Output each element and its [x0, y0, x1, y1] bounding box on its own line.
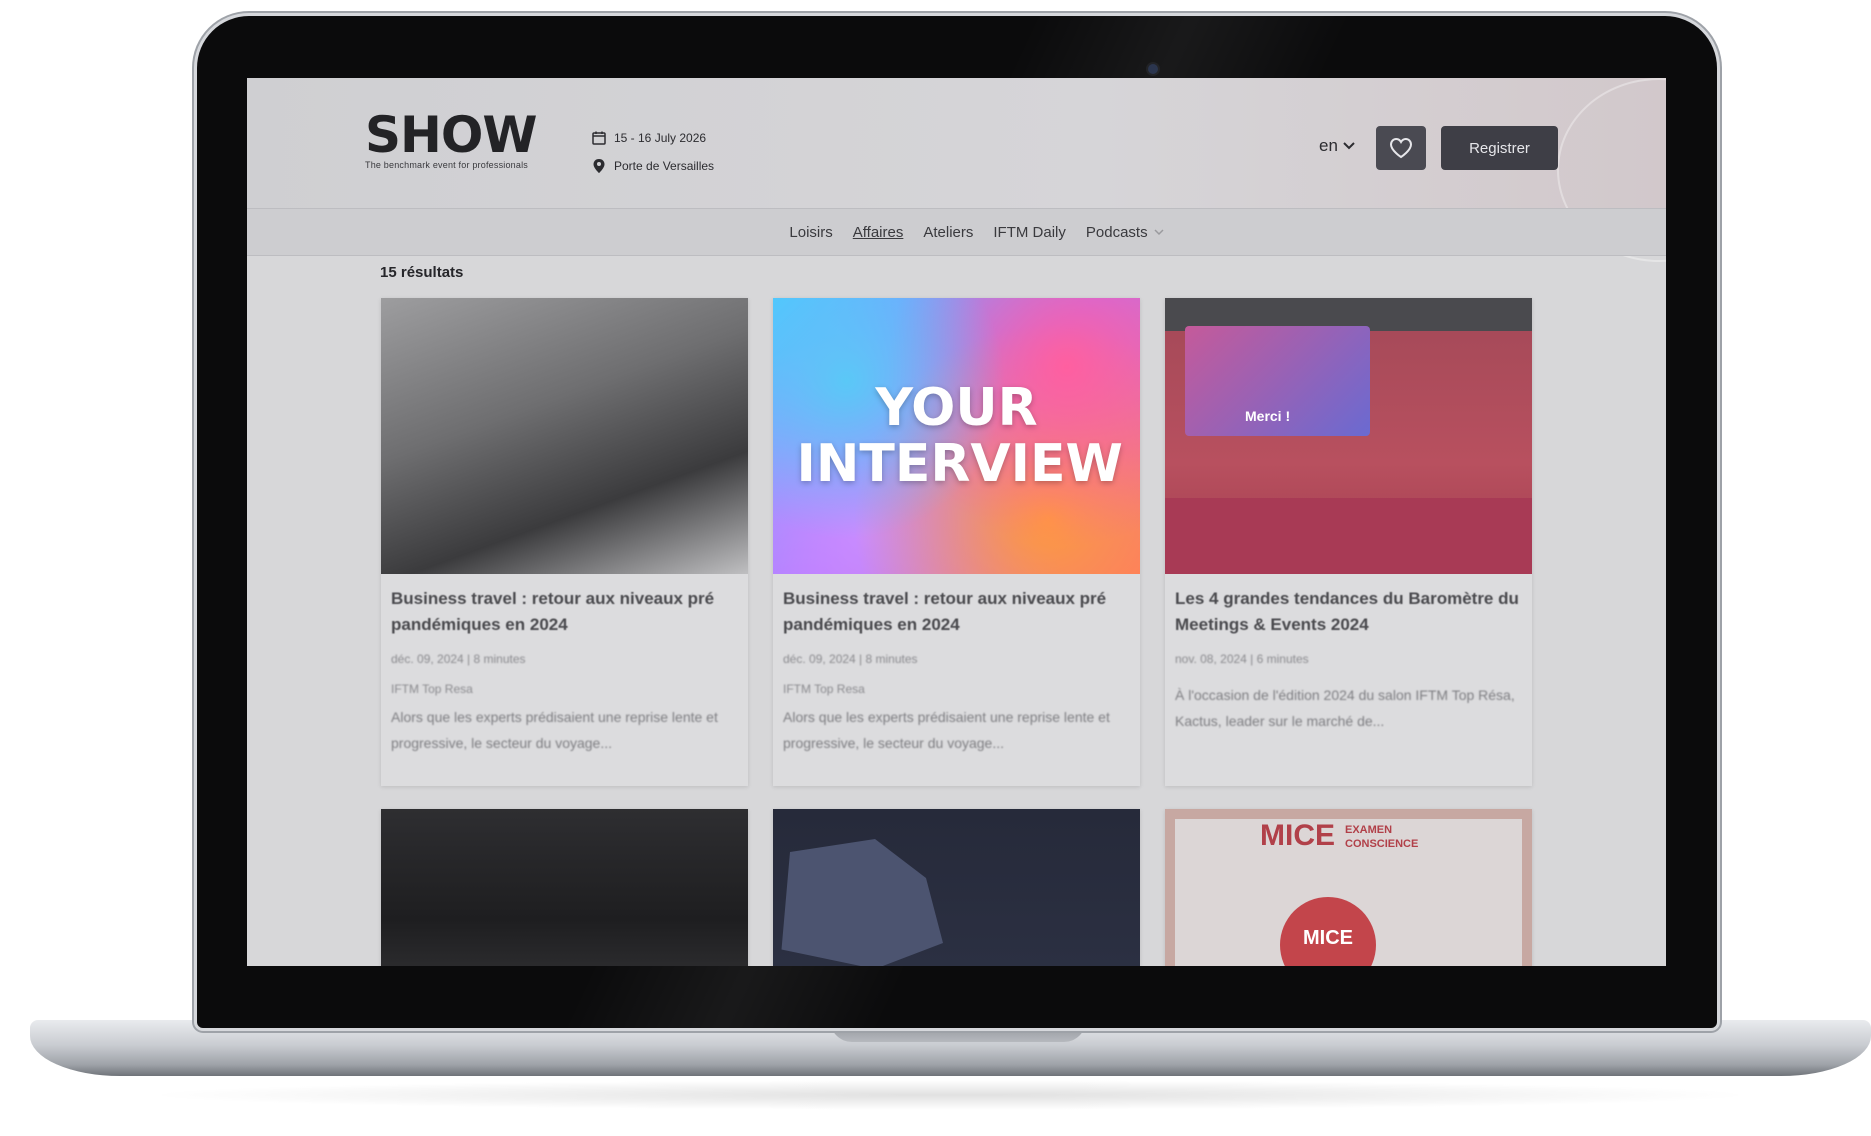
language-label: en: [1319, 136, 1338, 155]
article-card[interactable]: MICE EXAMEN CONSCIENCE MICE: [1165, 809, 1532, 966]
laptop-shadow: [140, 1080, 1760, 1110]
article-card[interactable]: [773, 809, 1140, 966]
article-image: Merci !: [1165, 298, 1532, 574]
poster-subtitle: EXAMEN CONSCIENCE: [1345, 824, 1419, 850]
favorites-button[interactable]: [1376, 126, 1426, 170]
nav-item-iftm-daily[interactable]: IFTM Daily: [993, 224, 1066, 241]
article-image: MICE EXAMEN CONSCIENCE MICE: [1165, 809, 1532, 966]
website-screen: SHOW The benchmark event for professiona…: [247, 78, 1666, 966]
stage-floor: [1165, 498, 1532, 574]
card-meta: déc. 09, 2024 | 8 minutes: [391, 652, 526, 666]
interview-graphic-text: YOUR INTERVIEW: [796, 378, 1123, 494]
card-meta: nov. 08, 2024 | 6 minutes: [1175, 652, 1309, 666]
language-selector[interactable]: en: [1319, 136, 1356, 156]
logo-tagline: The benchmark event for professionals: [365, 160, 528, 170]
main-nav: Loisirs Affaires Ateliers IFTM Daily Pod…: [247, 208, 1666, 256]
card-excerpt: Alors que les experts prédisaient une re…: [783, 709, 1110, 751]
event-location-row: Porte de Versailles: [592, 152, 714, 180]
heart-icon: [1389, 137, 1413, 159]
register-button[interactable]: Registrer: [1441, 126, 1558, 170]
article-image: [381, 809, 748, 966]
card-body: Business travel : retour aux niveaux pré…: [391, 586, 736, 756]
article-card[interactable]: YOUR INTERVIEW Business travel : retour …: [773, 298, 1140, 786]
card-excerpt: À l'occasion de l'édition 2024 du salon …: [1175, 687, 1515, 729]
card-body: Les 4 grandes tendances du Baromètre du …: [1175, 586, 1520, 734]
card-meta: déc. 09, 2024 | 8 minutes: [783, 652, 918, 666]
show-logo[interactable]: SHOW The benchmark event for professiona…: [365, 106, 538, 170]
nav-item-loisirs[interactable]: Loisirs: [789, 224, 832, 241]
card-title: Les 4 grandes tendances du Baromètre du …: [1175, 589, 1519, 634]
card-body: Business travel : retour aux niveaux pré…: [783, 586, 1128, 756]
poster-title: MICE: [1260, 819, 1335, 852]
nav-item-affaires[interactable]: Affaires: [853, 224, 904, 241]
card-excerpt: Alors que les experts prédisaient une re…: [391, 709, 718, 751]
nav-item-podcasts-label: Podcasts: [1085, 223, 1148, 241]
event-date-row: 15 - 16 July 2026: [592, 124, 714, 152]
site-header: SHOW The benchmark event for professiona…: [247, 78, 1666, 262]
calendar-icon: [592, 131, 606, 145]
results-count: 15 résultats: [380, 264, 464, 281]
article-card[interactable]: [381, 809, 748, 966]
nav-item-ateliers[interactable]: Ateliers: [923, 224, 973, 241]
webcam-icon: [1148, 64, 1158, 74]
map-graphic: [781, 839, 943, 966]
card-title: Business travel : retour aux niveaux pré…: [391, 589, 715, 634]
stage-screen-text: Merci !: [1245, 408, 1291, 424]
card-title: Business travel : retour aux niveaux pré…: [783, 589, 1107, 634]
event-date: 15 - 16 July 2026: [614, 131, 707, 145]
article-image: [773, 809, 1140, 966]
event-info: 15 - 16 July 2026 Porte de Versailles: [592, 124, 714, 180]
card-source: IFTM Top Resa: [783, 682, 865, 696]
nav-item-podcasts[interactable]: Podcasts: [1086, 224, 1164, 241]
card-source: IFTM Top Resa: [391, 682, 473, 696]
location-pin-icon: [593, 159, 605, 173]
article-image: YOUR INTERVIEW: [773, 298, 1140, 574]
event-location: Porte de Versailles: [614, 159, 715, 173]
article-image: [381, 298, 748, 574]
logo-wordmark: SHOW: [365, 106, 538, 164]
article-card[interactable]: Business travel : retour aux niveaux pré…: [381, 298, 748, 786]
article-card[interactable]: Merci ! Les 4 grandes tendances du Barom…: [1165, 298, 1532, 786]
chevron-down-icon: [1154, 229, 1164, 236]
chevron-down-icon: [1343, 142, 1355, 150]
